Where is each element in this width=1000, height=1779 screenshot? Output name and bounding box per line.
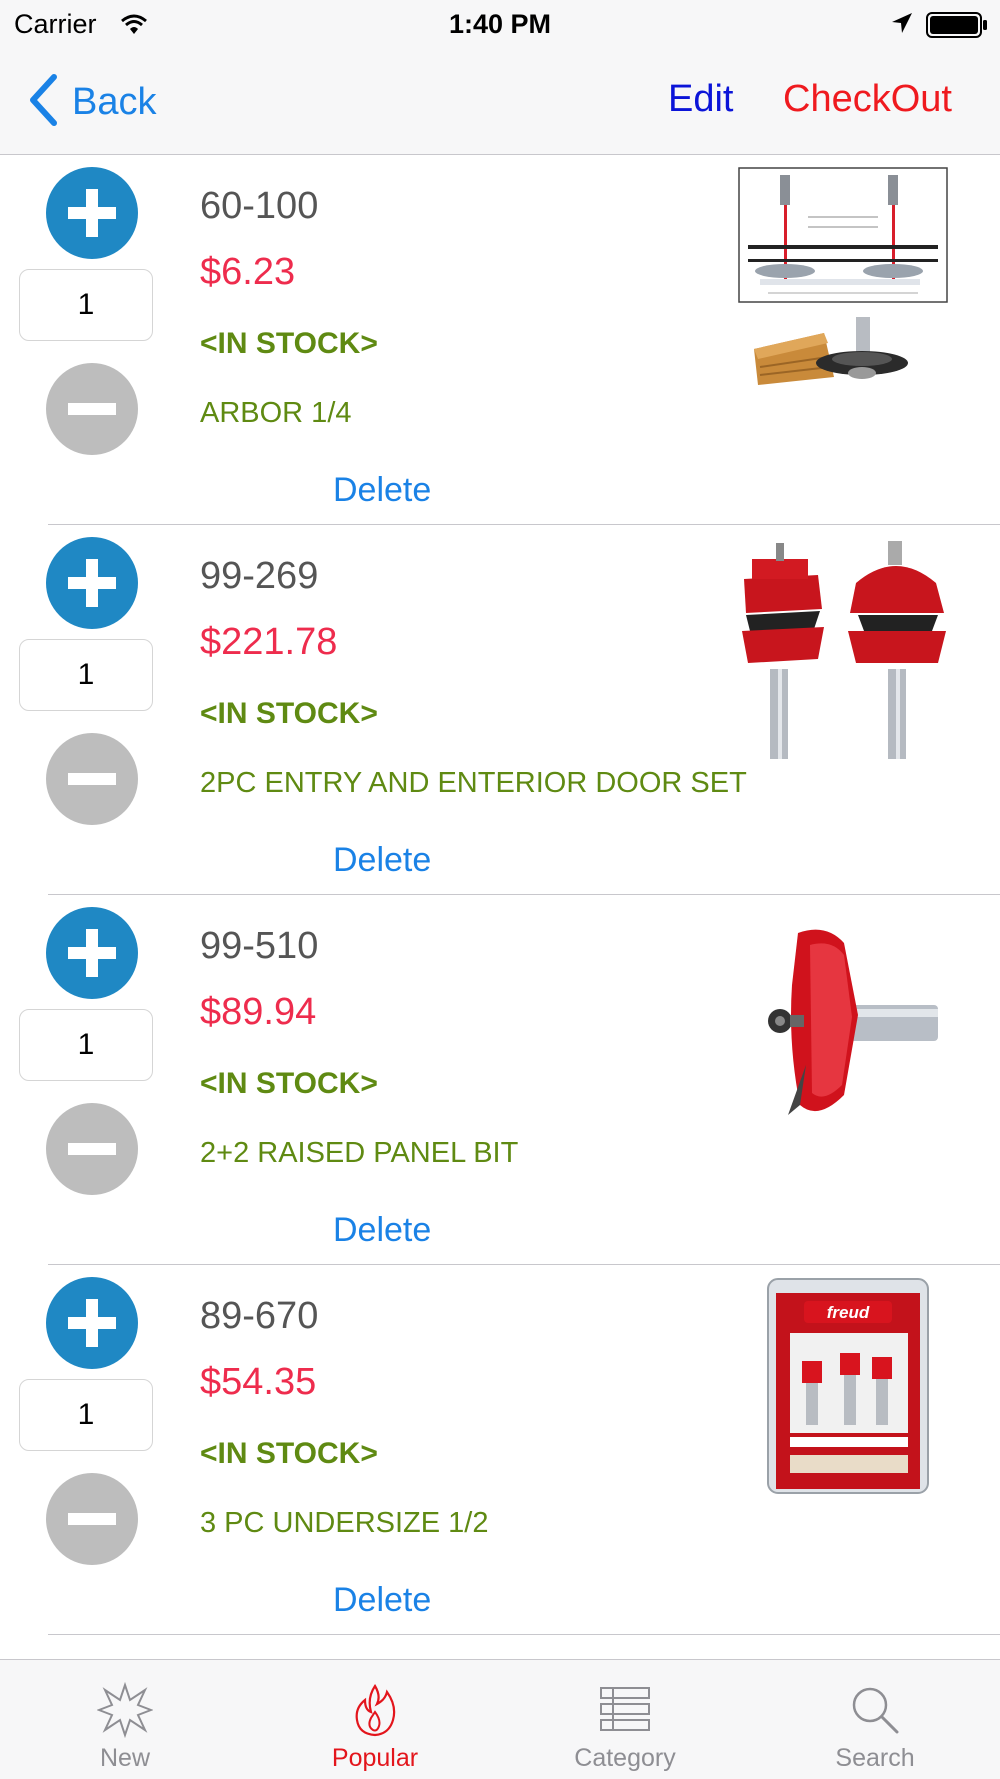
stock-status: <IN STOCK> bbox=[200, 1067, 378, 1100]
stock-status: <IN STOCK> bbox=[200, 1437, 378, 1470]
tab-new[interactable]: New bbox=[0, 1660, 250, 1779]
plus-icon bbox=[68, 559, 116, 607]
item-description: ARBOR 1/4 bbox=[200, 397, 352, 429]
tab-category[interactable]: Category bbox=[500, 1660, 750, 1779]
stock-status: <IN STOCK> bbox=[200, 697, 378, 730]
delete-button[interactable]: Delete bbox=[333, 841, 431, 880]
quantity-field[interactable]: 1 bbox=[19, 639, 153, 711]
brand-logo: freud bbox=[827, 1303, 870, 1322]
tab-label: Search bbox=[835, 1744, 915, 1772]
minus-icon bbox=[68, 773, 116, 785]
item-description: 3 PC UNDERSIZE 1/2 bbox=[200, 1507, 489, 1539]
quantity-field[interactable]: 1 bbox=[19, 1009, 153, 1081]
flame-icon bbox=[355, 1683, 396, 1737]
decrease-quantity-button[interactable] bbox=[46, 363, 138, 455]
decrease-quantity-button[interactable] bbox=[46, 1103, 138, 1195]
item-description: 2PC ENTRY AND ENTERIOR DOOR SET bbox=[200, 767, 747, 799]
navigation-bar: Back Edit CheckOut bbox=[0, 50, 1000, 155]
delete-button[interactable]: Delete bbox=[333, 1211, 431, 1250]
tab-bar: New Popular Category Search bbox=[0, 1659, 1000, 1779]
item-sku: 99-510 bbox=[200, 925, 319, 967]
tab-label: New bbox=[99, 1744, 150, 1772]
delete-button[interactable]: Delete bbox=[333, 471, 431, 510]
delete-button[interactable]: Delete bbox=[333, 1581, 431, 1620]
plus-icon bbox=[68, 1299, 116, 1347]
back-button[interactable]: Back bbox=[28, 73, 157, 131]
product-image bbox=[738, 167, 948, 385]
product-image: freud bbox=[767, 1278, 929, 1494]
decrease-quantity-button[interactable] bbox=[46, 733, 138, 825]
item-sku: 99-269 bbox=[200, 555, 319, 597]
checkout-button[interactable]: CheckOut bbox=[783, 78, 952, 121]
row-divider bbox=[48, 1634, 1000, 1635]
minus-icon bbox=[68, 403, 116, 415]
quantity-field[interactable]: 1 bbox=[19, 269, 153, 341]
list-icon bbox=[600, 1687, 650, 1731]
tab-search[interactable]: Search bbox=[750, 1660, 1000, 1779]
item-price: $221.78 bbox=[200, 621, 338, 663]
location-arrow-icon bbox=[890, 11, 914, 42]
item-price: $6.23 bbox=[200, 251, 296, 293]
back-label: Back bbox=[72, 80, 157, 123]
status-time: 1:40 PM bbox=[448, 9, 552, 39]
cart-item-row: 1 99-269 $221.78 <IN STOCK> 2PC ENTRY AN… bbox=[0, 525, 1000, 895]
battery-icon bbox=[926, 12, 988, 45]
chevron-left-icon bbox=[28, 73, 58, 131]
stock-status: <IN STOCK> bbox=[200, 327, 378, 360]
starburst-icon bbox=[97, 1682, 153, 1738]
item-sku: 89-670 bbox=[200, 1295, 319, 1337]
increase-quantity-button[interactable] bbox=[46, 1277, 138, 1369]
item-sku: 60-100 bbox=[200, 185, 319, 227]
quantity-field[interactable]: 1 bbox=[19, 1379, 153, 1451]
item-price: $54.35 bbox=[200, 1361, 317, 1403]
status-bar: Carrier 1:40 PM bbox=[0, 0, 1000, 50]
magnifier-icon bbox=[852, 1687, 899, 1734]
tab-popular[interactable]: Popular bbox=[250, 1660, 500, 1779]
product-image bbox=[768, 929, 938, 1115]
item-description: 2+2 RAISED PANEL BIT bbox=[200, 1137, 519, 1169]
tab-label: Category bbox=[574, 1744, 676, 1772]
increase-quantity-button[interactable] bbox=[46, 167, 138, 259]
tab-label: Popular bbox=[331, 1744, 419, 1772]
item-price: $89.94 bbox=[200, 991, 317, 1033]
minus-icon bbox=[68, 1513, 116, 1525]
cart-list[interactable]: 1 60-100 $6.23 <IN STOCK> ARBOR 1/4 Dele… bbox=[0, 155, 1000, 1659]
cart-item-row: 1 89-670 $54.35 <IN STOCK> 3 PC UNDERSIZ… bbox=[0, 1265, 1000, 1635]
edit-button[interactable]: Edit bbox=[668, 78, 733, 121]
product-image bbox=[742, 541, 946, 759]
plus-icon bbox=[68, 189, 116, 237]
cart-item-row: 1 60-100 $6.23 <IN STOCK> ARBOR 1/4 Dele… bbox=[0, 155, 1000, 525]
plus-icon bbox=[68, 929, 116, 977]
increase-quantity-button[interactable] bbox=[46, 907, 138, 999]
increase-quantity-button[interactable] bbox=[46, 537, 138, 629]
minus-icon bbox=[68, 1143, 116, 1155]
cart-item-row: 1 99-510 $89.94 <IN STOCK> 2+2 RAISED PA… bbox=[0, 895, 1000, 1265]
decrease-quantity-button[interactable] bbox=[46, 1473, 138, 1565]
